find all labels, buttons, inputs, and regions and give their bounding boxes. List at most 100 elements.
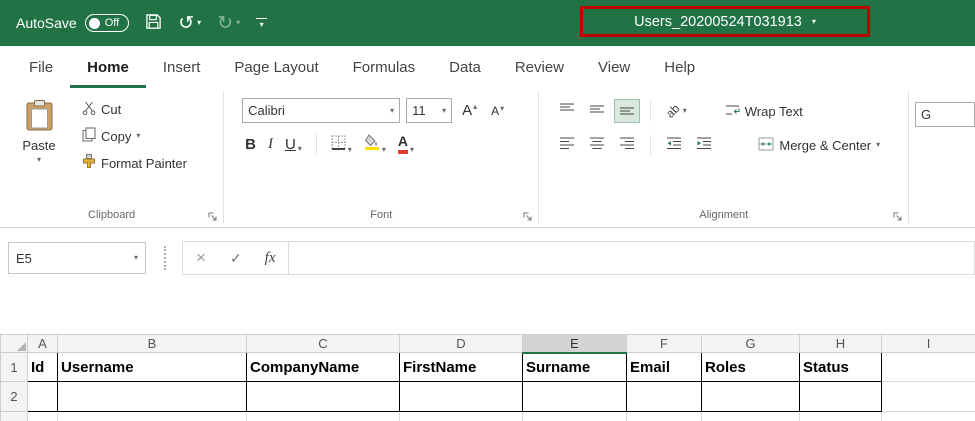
tab-page-layout[interactable]: Page Layout bbox=[217, 46, 335, 88]
cell-partial[interactable] bbox=[399, 411, 523, 421]
orientation-button[interactable]: ab ▾ bbox=[662, 101, 690, 120]
decrease-indent-button[interactable] bbox=[662, 134, 686, 156]
wrap-text-button[interactable]: Wrap Text bbox=[725, 103, 803, 120]
tab-formulas[interactable]: Formulas bbox=[336, 46, 433, 88]
cell-C1[interactable]: CompanyName bbox=[246, 352, 400, 382]
cut-button[interactable]: Cut bbox=[82, 101, 187, 118]
cell-A2[interactable] bbox=[27, 381, 58, 412]
format-painter-label: Format Painter bbox=[101, 155, 187, 171]
tab-help[interactable]: Help bbox=[647, 46, 712, 88]
cell-D1[interactable]: FirstName bbox=[399, 352, 523, 382]
cell-partial[interactable] bbox=[27, 411, 58, 421]
align-right-button[interactable] bbox=[615, 134, 639, 156]
cell-C2[interactable] bbox=[246, 381, 400, 412]
copy-button[interactable]: Copy ▾ bbox=[82, 127, 187, 145]
formula-bar-drag-handle[interactable] bbox=[164, 246, 166, 270]
customize-toolbar-button[interactable]: ▾ bbox=[256, 17, 268, 29]
tab-insert[interactable]: Insert bbox=[146, 46, 218, 88]
name-box[interactable]: E5 ▾ bbox=[8, 242, 146, 274]
cell-G2[interactable] bbox=[701, 381, 800, 412]
autosave-control[interactable]: AutoSave Off bbox=[16, 14, 130, 32]
cell-F1[interactable]: Email bbox=[626, 352, 702, 382]
dialog-launcher-icon[interactable] bbox=[207, 211, 218, 222]
cell-E1[interactable]: Surname bbox=[522, 352, 627, 382]
cell-A1[interactable]: Id bbox=[27, 352, 58, 382]
redo-button[interactable]: ↻ ▾ bbox=[217, 14, 240, 33]
chevron-down-icon: ▾ bbox=[682, 106, 687, 115]
cell-G1[interactable]: Roles bbox=[701, 352, 800, 382]
cell-B1[interactable]: Username bbox=[57, 352, 247, 382]
row-header-1[interactable]: 1 bbox=[0, 352, 28, 382]
bottom-align-button[interactable] bbox=[614, 99, 641, 123]
increase-font-size-button[interactable]: A ▴ bbox=[458, 102, 481, 119]
number-format-select[interactable]: G bbox=[914, 102, 975, 127]
font-color-button[interactable]: A ▾ bbox=[395, 133, 417, 154]
bold-button[interactable]: B bbox=[242, 136, 259, 153]
row-header-2[interactable]: 2 bbox=[0, 381, 28, 412]
chevron-down-icon: ▾ bbox=[500, 103, 505, 113]
borders-button[interactable]: ▾ bbox=[328, 135, 355, 154]
cell-B2[interactable] bbox=[57, 381, 247, 412]
column-header-F[interactable]: F bbox=[626, 334, 702, 353]
fill-color-button[interactable]: ▾ bbox=[361, 134, 389, 154]
column-header-C[interactable]: C bbox=[246, 334, 400, 353]
cell-partial[interactable] bbox=[799, 411, 882, 421]
top-align-button[interactable] bbox=[555, 100, 579, 122]
font-size-select[interactable]: 11 ▾ bbox=[406, 98, 453, 123]
tab-file[interactable]: File bbox=[12, 46, 70, 88]
increase-indent-button[interactable] bbox=[692, 134, 716, 156]
column-header-D[interactable]: D bbox=[399, 334, 523, 353]
decrease-font-size-button[interactable]: A ▾ bbox=[487, 104, 508, 118]
tab-home[interactable]: Home bbox=[70, 46, 146, 88]
cell-partial[interactable] bbox=[701, 411, 800, 421]
cell-partial[interactable] bbox=[522, 411, 627, 421]
dialog-launcher-icon[interactable] bbox=[892, 211, 903, 222]
format-painter-button[interactable]: Format Painter bbox=[82, 154, 187, 172]
cell-H2[interactable] bbox=[799, 381, 882, 412]
formula-input[interactable] bbox=[288, 243, 974, 273]
tab-data[interactable]: Data bbox=[432, 46, 498, 88]
column-header-I[interactable]: I bbox=[881, 334, 975, 353]
decrease-indent-icon bbox=[666, 136, 682, 155]
underline-button[interactable]: U ▾ bbox=[282, 136, 305, 153]
select-all-corner[interactable] bbox=[0, 334, 28, 353]
insert-function-icon[interactable]: fx bbox=[253, 250, 288, 267]
merge-center-button[interactable]: Merge & Center ▾ bbox=[758, 137, 880, 154]
column-header-B[interactable]: B bbox=[57, 334, 247, 353]
chevron-down-icon: ▾ bbox=[297, 143, 302, 153]
cell-E2[interactable] bbox=[522, 381, 627, 412]
column-header-G[interactable]: G bbox=[701, 334, 800, 353]
italic-button[interactable]: I bbox=[265, 136, 276, 153]
enter-icon[interactable]: ✓ bbox=[219, 250, 253, 267]
middle-align-button[interactable] bbox=[585, 100, 609, 122]
cell-partial[interactable] bbox=[246, 411, 400, 421]
dialog-launcher-icon[interactable] bbox=[522, 211, 533, 222]
font-name-select[interactable]: Calibri ▾ bbox=[242, 98, 401, 123]
cell-I1[interactable] bbox=[881, 352, 975, 382]
align-left-button[interactable] bbox=[555, 134, 579, 156]
tab-view[interactable]: View bbox=[581, 46, 647, 88]
cell-partial[interactable] bbox=[626, 411, 702, 421]
autosave-toggle[interactable]: Off bbox=[84, 14, 130, 32]
row-header-partial[interactable] bbox=[0, 411, 28, 421]
align-left-icon bbox=[559, 136, 575, 155]
save-icon bbox=[145, 13, 162, 33]
cell-I2[interactable] bbox=[881, 381, 975, 412]
save-button[interactable] bbox=[145, 13, 162, 33]
cell-D2[interactable] bbox=[399, 381, 523, 412]
cell-partial[interactable] bbox=[881, 411, 975, 421]
cell-F2[interactable] bbox=[626, 381, 702, 412]
column-header-A[interactable]: A bbox=[27, 334, 58, 353]
document-title[interactable]: Users_20200524T031913 bbox=[634, 14, 802, 30]
undo-button[interactable]: ↺ ▾ bbox=[178, 14, 201, 33]
align-center-button[interactable] bbox=[585, 134, 609, 156]
cancel-icon[interactable]: × bbox=[183, 248, 219, 268]
tab-review[interactable]: Review bbox=[498, 46, 581, 88]
cell-partial[interactable] bbox=[57, 411, 247, 421]
paste-button[interactable]: Paste ▾ bbox=[8, 96, 70, 203]
column-header-H[interactable]: H bbox=[799, 334, 882, 353]
column-header-E-selected[interactable]: E bbox=[522, 334, 627, 354]
clipboard-icon bbox=[26, 100, 53, 135]
chevron-down-icon[interactable]: ▾ bbox=[812, 17, 816, 26]
cell-H1[interactable]: Status bbox=[799, 352, 882, 382]
